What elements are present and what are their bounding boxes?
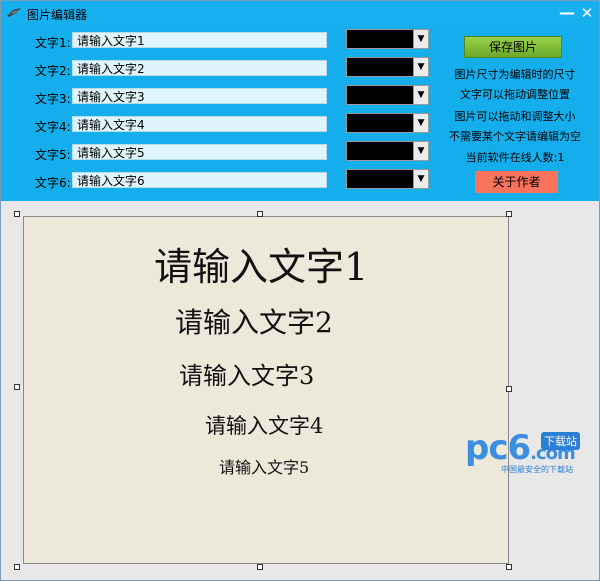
- resize-handle-right[interactable]: [506, 386, 512, 392]
- resize-handle-top[interactable]: [257, 211, 263, 217]
- resize-handle-bottom-right[interactable]: [506, 564, 512, 570]
- editable-image[interactable]: 请输入文字1 请输入文字2 请输入文字3 请输入文字4 请输入文字5: [23, 216, 509, 564]
- resize-handle-top-left[interactable]: [14, 211, 20, 217]
- text5-label: 文字5:: [35, 148, 71, 162]
- text4-label: 文字4:: [35, 120, 71, 134]
- text3-label: 文字3:: [35, 92, 71, 106]
- resize-handle-left[interactable]: [14, 384, 20, 390]
- resize-handle-bottom-left[interactable]: [14, 564, 20, 570]
- text5-color-select[interactable]: ▼: [346, 141, 429, 161]
- app-icon: [7, 8, 21, 17]
- control-panel: 文字1: ▼ 文字2: ▼ 文字3: ▼ 文字4: ▼ 文字5: ▼ 文字6:: [1, 25, 599, 201]
- close-button[interactable]: ✕: [577, 3, 597, 23]
- text3-color-select[interactable]: ▼: [346, 85, 429, 105]
- text6-color-select[interactable]: ▼: [346, 169, 429, 189]
- chevron-down-icon: ▼: [413, 114, 428, 132]
- text6-input[interactable]: [72, 172, 327, 188]
- text1-input[interactable]: [72, 32, 327, 48]
- canvas-text-4[interactable]: 请输入文字4: [205, 410, 323, 440]
- chevron-down-icon: ▼: [413, 86, 428, 104]
- minimize-button[interactable]: —: [557, 3, 577, 23]
- text4-input[interactable]: [72, 116, 327, 132]
- resize-handle-bottom[interactable]: [257, 564, 263, 570]
- canvas-text-3[interactable]: 请输入文字3: [179, 356, 314, 391]
- chevron-down-icon: ▼: [413, 58, 428, 76]
- text1-label: 文字1:: [35, 36, 71, 50]
- pc6-watermark: pc6.com 下载站 中国最安全的下载站: [465, 431, 591, 475]
- about-author-button[interactable]: 关于作者: [475, 171, 558, 193]
- resize-handle-top-right[interactable]: [506, 211, 512, 217]
- canvas-text-1[interactable]: 请输入文字1: [154, 236, 368, 291]
- watermark-badge: 下载站: [541, 432, 580, 450]
- text5-input[interactable]: [72, 144, 327, 160]
- canvas-text-2[interactable]: 请输入文字2: [175, 301, 333, 341]
- text2-input[interactable]: [72, 60, 327, 76]
- info-image-drag: 图片可以拖动和调整大小: [454, 110, 576, 123]
- text2-color-select[interactable]: ▼: [346, 57, 429, 77]
- text6-label: 文字6:: [35, 176, 71, 190]
- info-image-size: 图片尺寸为编辑时的尺寸: [454, 68, 576, 81]
- save-image-button[interactable]: 保存图片: [464, 36, 562, 58]
- title-bar[interactable]: 图片编辑器 — ✕: [1, 1, 599, 25]
- watermark-tagline: 中国最安全的下载站: [501, 465, 573, 474]
- app-window: 图片编辑器 — ✕ 文字1: ▼ 文字2: ▼ 文字3: ▼ 文字4: ▼ 文字…: [0, 0, 600, 581]
- info-text-drag: 文字可以拖动调整位置: [460, 88, 570, 101]
- text1-color-select[interactable]: ▼: [346, 29, 429, 49]
- canvas-text-5[interactable]: 请输入文字5: [219, 454, 309, 478]
- text4-color-select[interactable]: ▼: [346, 113, 429, 133]
- info-empty-text: 不需要某个文字请编辑为空: [449, 130, 581, 143]
- text2-label: 文字2:: [35, 64, 71, 78]
- chevron-down-icon: ▼: [413, 30, 428, 48]
- chevron-down-icon: ▼: [413, 142, 428, 160]
- online-users-count: 当前软件在线人数:1: [465, 151, 565, 164]
- chevron-down-icon: ▼: [413, 170, 428, 188]
- editor-canvas-area: 请输入文字1 请输入文字2 请输入文字3 请输入文字4 请输入文字5: [1, 201, 599, 580]
- text3-input[interactable]: [72, 88, 327, 104]
- window-title: 图片编辑器: [27, 8, 88, 22]
